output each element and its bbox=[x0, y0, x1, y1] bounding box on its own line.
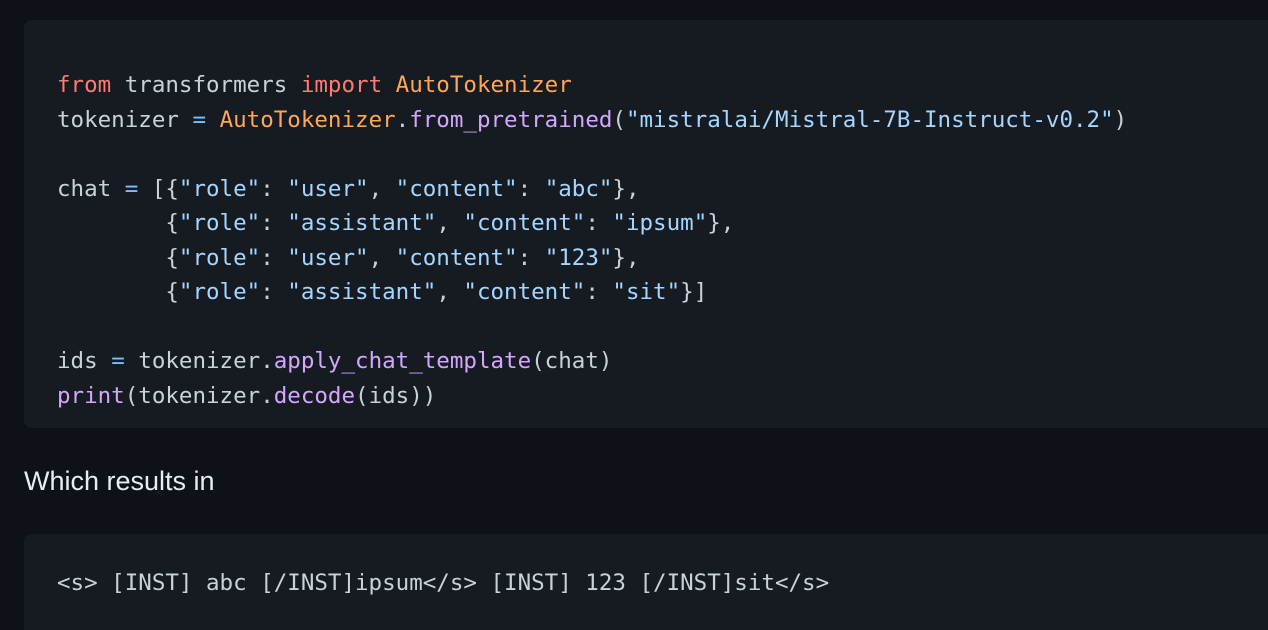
code-line: {"role": "user", "content": "123"}, bbox=[57, 241, 1268, 276]
code-token: "123" bbox=[544, 244, 613, 271]
code-token: "assistant" bbox=[287, 279, 437, 305]
code-line: print(tokenizer.decode(ids)) bbox=[57, 379, 1268, 414]
code-token: = bbox=[124, 175, 139, 202]
code-token: }, bbox=[707, 210, 735, 236]
code-token: chat bbox=[57, 175, 125, 202]
code-token: (tokenizer. bbox=[124, 382, 274, 409]
code-token: "assistant" bbox=[287, 210, 437, 236]
code-token: = bbox=[111, 348, 125, 374]
code-token: : bbox=[260, 175, 288, 202]
output-code[interactable]: <s> [INST] abc [/INST]ipsum</s> [INST] 1… bbox=[24, 566, 1268, 601]
python-code[interactable]: from transformers import AutoTokenizer to… bbox=[24, 68, 1268, 413]
code-token: "user" bbox=[287, 244, 369, 271]
code-token: decode bbox=[273, 382, 356, 409]
code-token: , bbox=[436, 279, 464, 305]
code-token: "role" bbox=[178, 210, 261, 236]
code-token: "role" bbox=[178, 244, 261, 271]
code-token: "content" bbox=[395, 175, 518, 202]
code-token: "content" bbox=[463, 210, 586, 236]
code-token: "mistralai/Mistral-7B-Instruct-v0.2" bbox=[625, 106, 1114, 133]
code-token: from_pretrained bbox=[409, 106, 613, 133]
code-token: "ipsum" bbox=[612, 210, 708, 236]
code-line: ids = tokenizer.apply_chat_template(chat… bbox=[57, 344, 1268, 379]
code-token: "role" bbox=[178, 175, 261, 202]
python-code-block[interactable]: from transformers import AutoTokenizer to… bbox=[24, 20, 1268, 428]
code-token: (chat) bbox=[531, 348, 613, 374]
code-token: "role" bbox=[178, 279, 261, 305]
code-token: [{ bbox=[138, 175, 179, 202]
code-line: from transformers import AutoTokenizer bbox=[57, 68, 1268, 103]
code-token: ids bbox=[57, 348, 112, 374]
code-line: {"role": "assistant", "content": "sit"}] bbox=[57, 275, 1268, 310]
python-code-lines[interactable]: from transformers import AutoTokenizer to… bbox=[57, 68, 1268, 413]
code-token: { bbox=[57, 210, 179, 236]
code-token: { bbox=[57, 279, 179, 305]
code-token: }] bbox=[680, 279, 708, 305]
code-token: : bbox=[260, 210, 288, 236]
code-token: AutoTokenizer bbox=[395, 72, 572, 98]
code-token: ( bbox=[612, 106, 626, 133]
code-token: AutoTokenizer bbox=[219, 106, 396, 133]
code-line: {"role": "assistant", "content": "ipsum"… bbox=[57, 206, 1268, 241]
code-token: : bbox=[260, 244, 288, 271]
code-token: : bbox=[585, 210, 613, 236]
code-token: : bbox=[585, 279, 613, 305]
code-token: , bbox=[368, 244, 396, 271]
code-token: "content" bbox=[463, 279, 586, 305]
code-token: . bbox=[395, 106, 410, 133]
code-token: (ids)) bbox=[355, 382, 437, 409]
code-token: { bbox=[57, 244, 179, 271]
code-token: tokenizer. bbox=[124, 348, 274, 374]
code-token: , bbox=[368, 175, 396, 202]
output-code-text[interactable]: <s> [INST] abc [/INST]ipsum</s> [INST] 1… bbox=[57, 570, 829, 596]
code-token: : bbox=[517, 244, 545, 271]
code-token: , bbox=[436, 210, 464, 236]
code-token: "sit" bbox=[612, 279, 681, 305]
code-token: import bbox=[300, 72, 383, 98]
code-token: print bbox=[57, 382, 125, 409]
code-token: tokenizer bbox=[57, 106, 193, 133]
code-token: : bbox=[517, 175, 545, 202]
code-token: = bbox=[192, 106, 207, 133]
code-token: "abc" bbox=[544, 175, 613, 202]
page: from transformers import AutoTokenizer to… bbox=[0, 0, 1268, 630]
code-token: ) bbox=[1113, 106, 1128, 133]
output-code-block[interactable]: <s> [INST] abc [/INST]ipsum</s> [INST] 1… bbox=[24, 534, 1268, 630]
code-token: }, bbox=[612, 244, 640, 271]
code-token: "content" bbox=[395, 244, 518, 271]
code-line: chat = [{"role": "user", "content": "abc… bbox=[57, 172, 1268, 207]
code-token: transformers bbox=[111, 72, 301, 98]
results-paragraph: Which results in bbox=[24, 466, 215, 496]
code-token: }, bbox=[612, 175, 640, 202]
code-line: tokenizer = AutoTokenizer.from_pretraine… bbox=[57, 103, 1268, 138]
code-token: : bbox=[260, 279, 288, 305]
code-token: apply_chat_template bbox=[273, 348, 532, 374]
code-token: from bbox=[57, 72, 112, 98]
code-token: "user" bbox=[287, 175, 369, 202]
